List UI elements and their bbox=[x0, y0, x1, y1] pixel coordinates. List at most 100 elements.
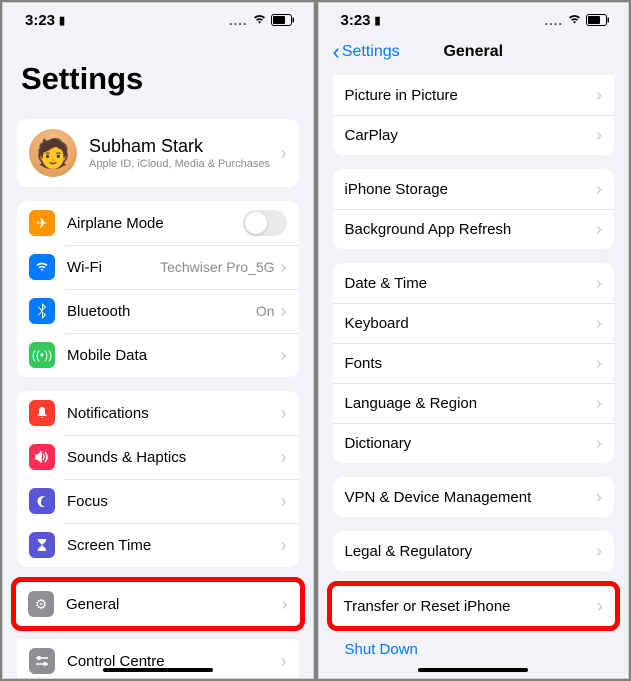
row-label: Date & Time bbox=[345, 275, 597, 292]
date-time-row[interactable]: Date & Time › bbox=[333, 263, 615, 303]
airplane-icon: ✈ bbox=[29, 210, 55, 236]
back-button[interactable]: ‹ Settings bbox=[333, 41, 400, 63]
dictionary-row[interactable]: Dictionary › bbox=[333, 423, 615, 463]
general-row[interactable]: ⚙ General › bbox=[16, 582, 300, 626]
cellular-icon: .... bbox=[229, 13, 247, 28]
vpn-section: VPN & Device Management › bbox=[333, 477, 615, 517]
chevron-right-icon: › bbox=[281, 535, 287, 556]
row-label: iPhone Storage bbox=[345, 181, 597, 198]
vpn-row[interactable]: VPN & Device Management › bbox=[333, 477, 615, 517]
status-time: 3:23 bbox=[341, 12, 371, 29]
airplane-mode-row[interactable]: ✈ Airplane Mode bbox=[17, 201, 299, 245]
home-indicator[interactable] bbox=[418, 668, 528, 672]
transfer-reset-row[interactable]: Transfer or Reset iPhone › bbox=[332, 586, 616, 626]
avatar: 🧑 bbox=[29, 129, 77, 177]
row-label: Picture in Picture bbox=[345, 87, 597, 104]
bell-icon bbox=[29, 400, 55, 426]
chevron-right-icon: › bbox=[281, 143, 287, 164]
keyboard-row[interactable]: Keyboard › bbox=[333, 303, 615, 343]
row-label: Legal & Regulatory bbox=[345, 543, 597, 560]
chevron-right-icon: › bbox=[596, 85, 602, 106]
carplay-row[interactable]: CarPlay › bbox=[333, 115, 615, 155]
row-label: CarPlay bbox=[345, 127, 597, 144]
back-label: Settings bbox=[342, 43, 400, 61]
chevron-right-icon: › bbox=[596, 393, 602, 414]
profile-name: Subham Stark bbox=[89, 136, 281, 157]
status-time: 3:23 bbox=[25, 12, 55, 29]
cellular-icon: .... bbox=[545, 13, 563, 28]
bluetooth-row[interactable]: Bluetooth On › bbox=[17, 289, 299, 333]
status-bar: 3:23 ▮ .... bbox=[319, 3, 629, 33]
chevron-right-icon: › bbox=[596, 273, 602, 294]
chevron-right-icon: › bbox=[281, 345, 287, 366]
row-label: Notifications bbox=[67, 405, 281, 422]
row-label: Fonts bbox=[345, 355, 597, 372]
nav-header: ‹ Settings General bbox=[319, 33, 629, 71]
home-indicator[interactable] bbox=[103, 668, 213, 672]
nav-title: General bbox=[443, 43, 503, 61]
settings-main-screen: 3:23 ▮ .... Settings 🧑 Subham Stark Appl… bbox=[2, 2, 314, 679]
row-label: Dictionary bbox=[345, 435, 597, 452]
wifi-status-icon bbox=[252, 13, 267, 28]
chevron-right-icon: › bbox=[596, 433, 602, 454]
iphone-storage-row[interactable]: iPhone Storage › bbox=[333, 169, 615, 209]
chevron-right-icon: › bbox=[281, 257, 287, 278]
location-icon: ▮ bbox=[59, 14, 65, 27]
focus-row[interactable]: Focus › bbox=[17, 479, 299, 523]
wifi-icon bbox=[29, 254, 55, 280]
battery-icon bbox=[271, 14, 295, 26]
chevron-right-icon: › bbox=[281, 651, 287, 672]
shut-down-link[interactable]: Shut Down bbox=[319, 631, 629, 668]
speaker-icon bbox=[29, 444, 55, 470]
chevron-right-icon: › bbox=[596, 353, 602, 374]
chevron-right-icon: › bbox=[596, 179, 602, 200]
background-refresh-row[interactable]: Background App Refresh › bbox=[333, 209, 615, 249]
legal-section: Legal & Regulatory › bbox=[333, 531, 615, 571]
locale-section: Date & Time › Keyboard › Fonts › Languag… bbox=[333, 263, 615, 463]
moon-icon bbox=[29, 488, 55, 514]
hourglass-icon bbox=[29, 532, 55, 558]
control-centre-row[interactable]: Control Centre › bbox=[17, 639, 299, 679]
chevron-right-icon: › bbox=[596, 313, 602, 334]
profile-subtitle: Apple ID, iCloud, Media & Purchases bbox=[89, 158, 281, 170]
sounds-row[interactable]: Sounds & Haptics › bbox=[17, 435, 299, 479]
general-settings-screen: 3:23 ▮ .... ‹ Settings General Picture i… bbox=[318, 2, 630, 679]
row-label: Language & Region bbox=[345, 395, 597, 412]
fonts-row[interactable]: Fonts › bbox=[333, 343, 615, 383]
chevron-right-icon: › bbox=[281, 301, 287, 322]
switches-icon bbox=[29, 648, 55, 674]
status-bar: 3:23 ▮ .... bbox=[3, 3, 313, 33]
profile-section: 🧑 Subham Stark Apple ID, iCloud, Media &… bbox=[17, 119, 299, 187]
chevron-left-icon: ‹ bbox=[333, 41, 340, 63]
row-label: Mobile Data bbox=[67, 347, 281, 364]
general-highlight: ⚙ General › bbox=[11, 577, 305, 631]
row-label: General bbox=[66, 596, 282, 613]
screen-time-row[interactable]: Screen Time › bbox=[17, 523, 299, 567]
airplane-toggle[interactable] bbox=[243, 210, 287, 236]
notifications-row[interactable]: Notifications › bbox=[17, 391, 299, 435]
chevron-right-icon: › bbox=[597, 596, 603, 617]
row-label: Airplane Mode bbox=[67, 215, 243, 232]
row-label: VPN & Device Management bbox=[345, 489, 597, 506]
chevron-right-icon: › bbox=[596, 541, 602, 562]
storage-section: iPhone Storage › Background App Refresh … bbox=[333, 169, 615, 249]
antenna-icon: ((•)) bbox=[29, 342, 55, 368]
wifi-row[interactable]: Wi-Fi Techwiser Pro_5G › bbox=[17, 245, 299, 289]
apple-id-row[interactable]: 🧑 Subham Stark Apple ID, iCloud, Media &… bbox=[17, 119, 299, 187]
row-label: Background App Refresh bbox=[345, 221, 597, 238]
bluetooth-detail: On bbox=[256, 303, 275, 319]
location-icon: ▮ bbox=[375, 14, 381, 27]
row-label: Control Centre bbox=[67, 653, 281, 670]
gear-icon: ⚙ bbox=[28, 591, 54, 617]
language-region-row[interactable]: Language & Region › bbox=[333, 383, 615, 423]
battery-icon bbox=[586, 14, 610, 26]
picture-in-picture-row[interactable]: Picture in Picture › bbox=[333, 75, 615, 115]
system-section: Control Centre › AA Display & Brightness… bbox=[17, 639, 299, 679]
legal-row[interactable]: Legal & Regulatory › bbox=[333, 531, 615, 571]
mobile-data-row[interactable]: ((•)) Mobile Data › bbox=[17, 333, 299, 377]
row-label: Wi-Fi bbox=[67, 259, 160, 276]
row-label: Focus bbox=[67, 493, 281, 510]
chevron-right-icon: › bbox=[281, 403, 287, 424]
connectivity-section: ✈ Airplane Mode Wi-Fi Techwiser Pro_5G ›… bbox=[17, 201, 299, 377]
notifications-section: Notifications › Sounds & Haptics › Focus… bbox=[17, 391, 299, 567]
